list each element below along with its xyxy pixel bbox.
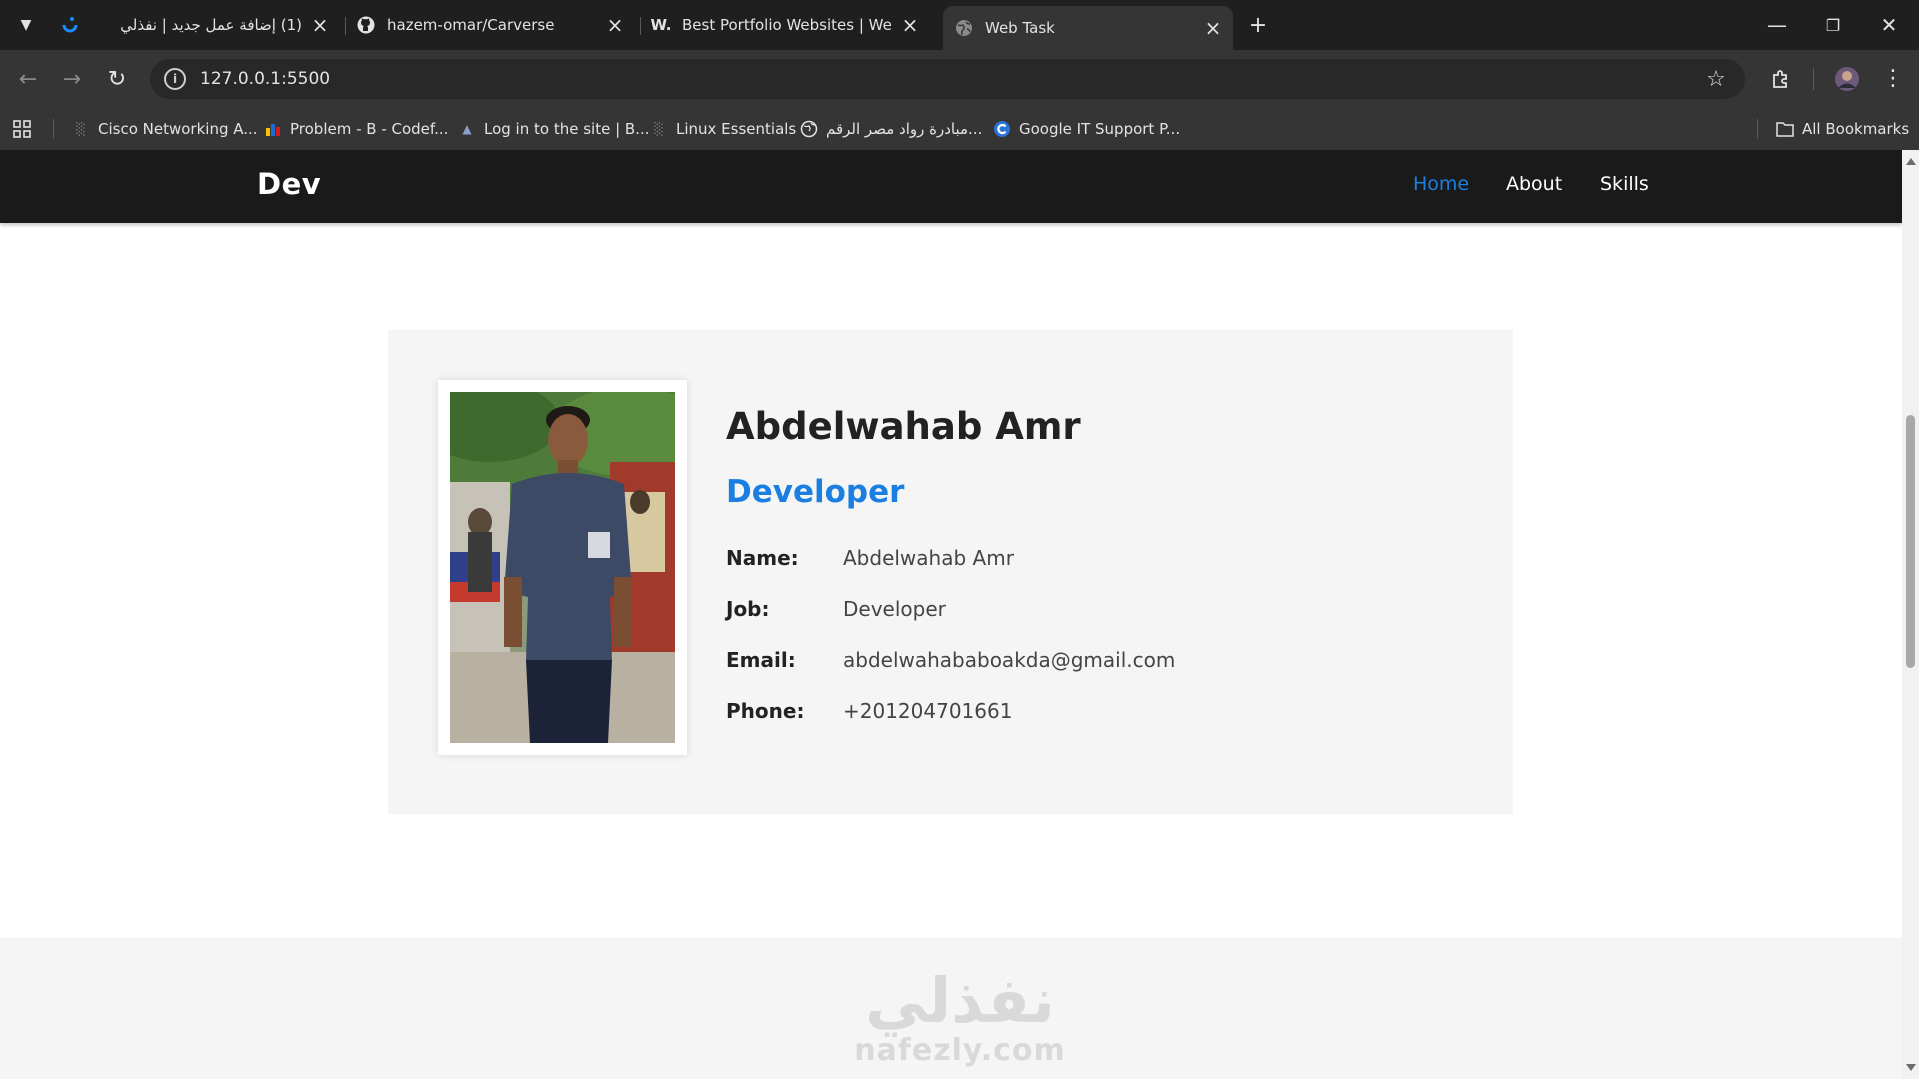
info-value[interactable]: abdelwahababoakda@gmail.com [843,648,1175,672]
codeforces-icon [264,120,282,138]
webflow-w-icon: W. [650,16,672,34]
info-value: Abdelwahab Amr [843,546,1014,570]
restore-icon: ❐ [1825,15,1841,35]
folder-icon [1776,120,1794,138]
extensions-icon[interactable] [1763,61,1799,97]
info-row-job: Job: Developer [726,597,946,621]
watermark-latin: nafezly.com [854,1033,1066,1068]
bookmark-star-icon[interactable]: ☆ [1701,67,1731,92]
info-label: Phone: [726,699,805,723]
bookmarks-bar: ░ Cisco Networking A... Problem - B - Co… [0,108,1919,150]
tab-title: Best Portfolio Websites | Web D [682,16,892,34]
tab-portfolio[interactable]: W. Best Portfolio Websites | Web D × [640,8,930,42]
tab-title: hazem-omar/Carverse [387,16,555,34]
close-icon[interactable]: × [900,13,920,37]
info-row-phone: Phone: +201204701661 [726,699,1012,723]
bookmark-label: Linux Essentials [676,120,797,138]
close-icon[interactable]: × [310,13,330,37]
profile-name-heading: Abdelwahab Amr [726,405,1081,448]
bookmark-label: مبادرة رواد مصر الرقم... [826,120,983,138]
forward-button[interactable]: → [54,61,90,97]
bookmark-label: Cisco Networking A... [98,120,258,138]
close-window-button[interactable]: ✕ [1862,0,1916,50]
scrollbar-thumb[interactable] [1906,415,1915,668]
all-bookmarks-label: All Bookmarks [1802,120,1910,138]
url-text[interactable]: 127.0.0.1:5500 [200,69,1701,89]
close-icon: ✕ [1880,13,1898,37]
bookmark-item[interactable]: مبادرة رواد مصر الرقم... [800,117,982,141]
nav-home-link[interactable]: Home [1413,173,1469,195]
info-value: Developer [843,597,946,621]
new-tab-button[interactable]: + [1240,7,1276,43]
close-icon[interactable]: × [605,13,625,37]
back-button[interactable]: ← [10,61,46,97]
arrow-left-icon: ← [18,66,38,92]
site-navbar: Dev Home About Skills [0,150,1902,223]
tab-web-task[interactable]: Web Task × [943,6,1233,50]
address-bar[interactable]: i 127.0.0.1:5500 ☆ [150,59,1745,99]
scroll-down-icon[interactable] [1906,1064,1916,1071]
info-value[interactable]: +201204701661 [843,699,1012,723]
profile-photo-frame [438,380,687,755]
tab-title: (1) إضافة عمل جديد | نفذلي [120,16,302,34]
nafezly-watermark: نفذلي nafezly.com [850,968,1070,1068]
info-label: Name: [726,546,799,570]
site-info-icon[interactable]: i [164,68,186,90]
info-row-email: Email: abdelwahababoakda@gmail.com [726,648,1175,672]
info-row-name: Name: Abdelwahab Amr [726,546,1014,570]
browser-tab-bar: ▼ (1) إضافة عمل جديد | نفذلي × hazem-oma… [0,0,1919,50]
bookmark-item[interactable]: ░ Linux Essentials [650,117,796,141]
restore-button[interactable]: ❐ [1806,0,1860,50]
bookmark-label: Google IT Support P... [1019,120,1181,138]
watermark-arabic: نفذلي [865,964,1055,1037]
plus-icon: + [1248,12,1268,38]
cisco-icon: ░ [654,122,664,136]
bookmark-item[interactable]: Google IT Support P... [993,117,1180,141]
chevron-down-icon: ▼ [20,17,32,33]
nafezly-icon[interactable] [52,7,88,43]
page-viewport: Dev Home About Skills Abdelwahab Amr Dev… [0,150,1902,1079]
bookmark-item[interactable]: Problem - B - Codef... [264,117,448,141]
minimize-button[interactable]: — [1750,0,1804,50]
browser-menu-icon[interactable]: ⋮ [1875,61,1911,97]
cisco-icon: ░ [76,122,86,136]
bookmark-label: Log in to the site | B... [484,120,650,138]
profile-photo [450,392,675,743]
coursera-icon [993,120,1011,138]
scroll-up-icon[interactable] [1906,158,1916,165]
globe-icon [955,19,973,37]
reload-button[interactable]: ↻ [99,61,135,97]
tab-nafezly[interactable]: (1) إضافة عمل جديد | نفذلي × [110,8,340,42]
arrow-right-icon: → [62,66,82,92]
profile-avatar[interactable] [1829,61,1865,97]
info-label: Job: [726,597,770,621]
browser-toolbar: ← → ↻ i 127.0.0.1:5500 ☆ ⋮ [0,50,1919,108]
minimize-icon: — [1767,13,1787,37]
github-icon [357,16,375,34]
reload-icon: ↻ [107,66,127,92]
close-icon[interactable]: × [1203,16,1223,40]
apps-grid-icon[interactable] [13,117,31,141]
tab-title: Web Task [985,19,1055,37]
bookmark-item[interactable]: ░ Cisco Networking A... [72,117,258,141]
page-footer: نفذلي nafezly.com [0,938,1902,1079]
tab-search-button[interactable]: ▼ [8,7,44,43]
globe-icon [800,120,818,138]
all-bookmarks-button[interactable]: All Bookmarks [1776,117,1909,141]
site-logo[interactable]: Dev [257,167,321,201]
bookmark-item[interactable]: ▲ Log in to the site | B... [458,117,650,141]
nav-skills-link[interactable]: Skills [1600,173,1649,195]
tab-github[interactable]: hazem-omar/Carverse × [345,8,635,42]
moodle-icon: ▲ [462,122,472,136]
bookmark-label: Problem - B - Codef... [290,120,449,138]
nav-about-link[interactable]: About [1506,173,1562,195]
profile-card: Abdelwahab Amr Developer Name: Abdelwahab… [388,330,1513,814]
info-label: Email: [726,648,796,672]
page-scrollbar[interactable] [1902,150,1919,1079]
profile-role-heading: Developer [726,474,905,510]
